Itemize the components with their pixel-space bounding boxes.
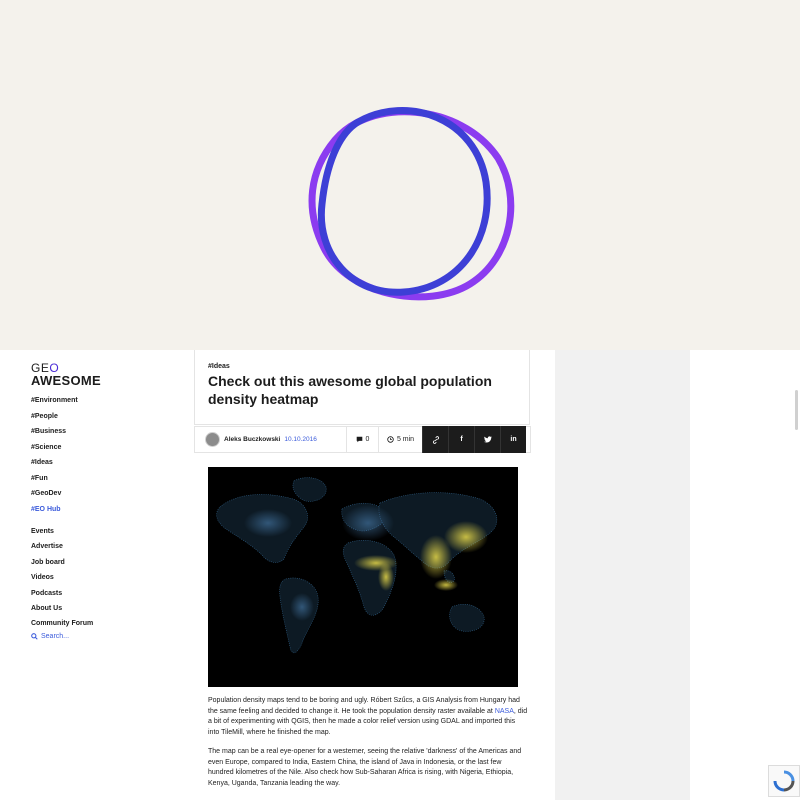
facebook-icon: f xyxy=(460,436,463,443)
nav-tag-ideas[interactable]: #Ideas xyxy=(31,455,181,471)
nav-tag-eo-hub[interactable]: #EO Hub xyxy=(31,502,181,518)
paragraph: Population density maps tend to be borin… xyxy=(208,697,528,736)
scrollbar-thumb[interactable] xyxy=(795,390,798,430)
comments-count[interactable]: 0 xyxy=(346,427,378,452)
tag-nav: #Environment #People #Business #Science … xyxy=(31,393,181,517)
share-facebook-button[interactable]: f xyxy=(448,426,474,453)
paragraph: The map can be a real eye-opener for a w… xyxy=(208,748,522,787)
nav-link-job-board[interactable]: Job board xyxy=(31,555,181,570)
nav-link-community-forum[interactable]: Community Forum xyxy=(31,616,181,631)
page-nav: Events Advertise Job board Videos Podcas… xyxy=(31,524,181,632)
author-name[interactable]: Aleks Buczkowski xyxy=(224,436,280,443)
nav-tag-people[interactable]: #People xyxy=(31,409,181,425)
linkedin-icon: in xyxy=(510,436,517,443)
article-tag[interactable]: #Ideas xyxy=(208,363,230,370)
search-icon xyxy=(31,632,38,640)
comment-icon xyxy=(356,436,362,443)
recaptcha-badge[interactable] xyxy=(768,765,800,797)
twitter-icon xyxy=(483,436,492,443)
nav-tag-science[interactable]: #Science xyxy=(31,440,181,456)
link-icon xyxy=(432,435,439,444)
read-time: 5 min xyxy=(378,427,422,452)
share-twitter-button[interactable] xyxy=(474,426,500,453)
search-label: Search... xyxy=(41,632,70,640)
loading-spinner-icon xyxy=(308,106,515,301)
article-body: Population density maps tend to be borin… xyxy=(208,696,528,798)
loading-hero xyxy=(0,0,800,350)
avatar[interactable] xyxy=(205,432,220,447)
clock-icon xyxy=(387,436,394,443)
recaptcha-icon xyxy=(773,770,795,792)
nav-link-about-us[interactable]: About Us xyxy=(31,601,181,616)
publish-date: 10.10.2016 xyxy=(284,436,317,443)
site-logo[interactable]: GEO AWESOME xyxy=(31,362,181,387)
search-link[interactable]: Search... xyxy=(31,633,181,640)
article-title: Check out this awesome global population… xyxy=(208,373,492,407)
article-meta-bar: Aleks Buczkowski 10.10.2016 0 5 min f in xyxy=(194,426,531,453)
share-link-button[interactable] xyxy=(422,426,448,453)
right-column xyxy=(555,350,690,800)
read-time-value: 5 min xyxy=(396,436,415,443)
nav-link-videos[interactable]: Videos xyxy=(31,570,181,585)
share-linkedin-button[interactable]: in xyxy=(500,426,526,453)
nav-tag-business[interactable]: #Business xyxy=(31,424,181,440)
comments-value: 0 xyxy=(365,436,370,443)
nav-tag-environment[interactable]: #Environment xyxy=(31,393,181,409)
nav-tag-fun[interactable]: #Fun xyxy=(31,471,181,487)
nav-link-podcasts[interactable]: Podcasts xyxy=(31,586,181,601)
world-map-icon xyxy=(216,477,498,654)
nasa-link[interactable]: NASA xyxy=(495,708,514,715)
nav-link-advertise[interactable]: Advertise xyxy=(31,539,181,554)
nav-tag-geodev[interactable]: #GeoDev xyxy=(31,486,181,502)
nav-link-events[interactable]: Events xyxy=(31,524,181,539)
population-density-map-image xyxy=(208,467,518,687)
author-block: Aleks Buczkowski 10.10.2016 xyxy=(195,432,346,447)
sidebar: GEO AWESOME #Environment #People #Busine… xyxy=(31,362,181,640)
